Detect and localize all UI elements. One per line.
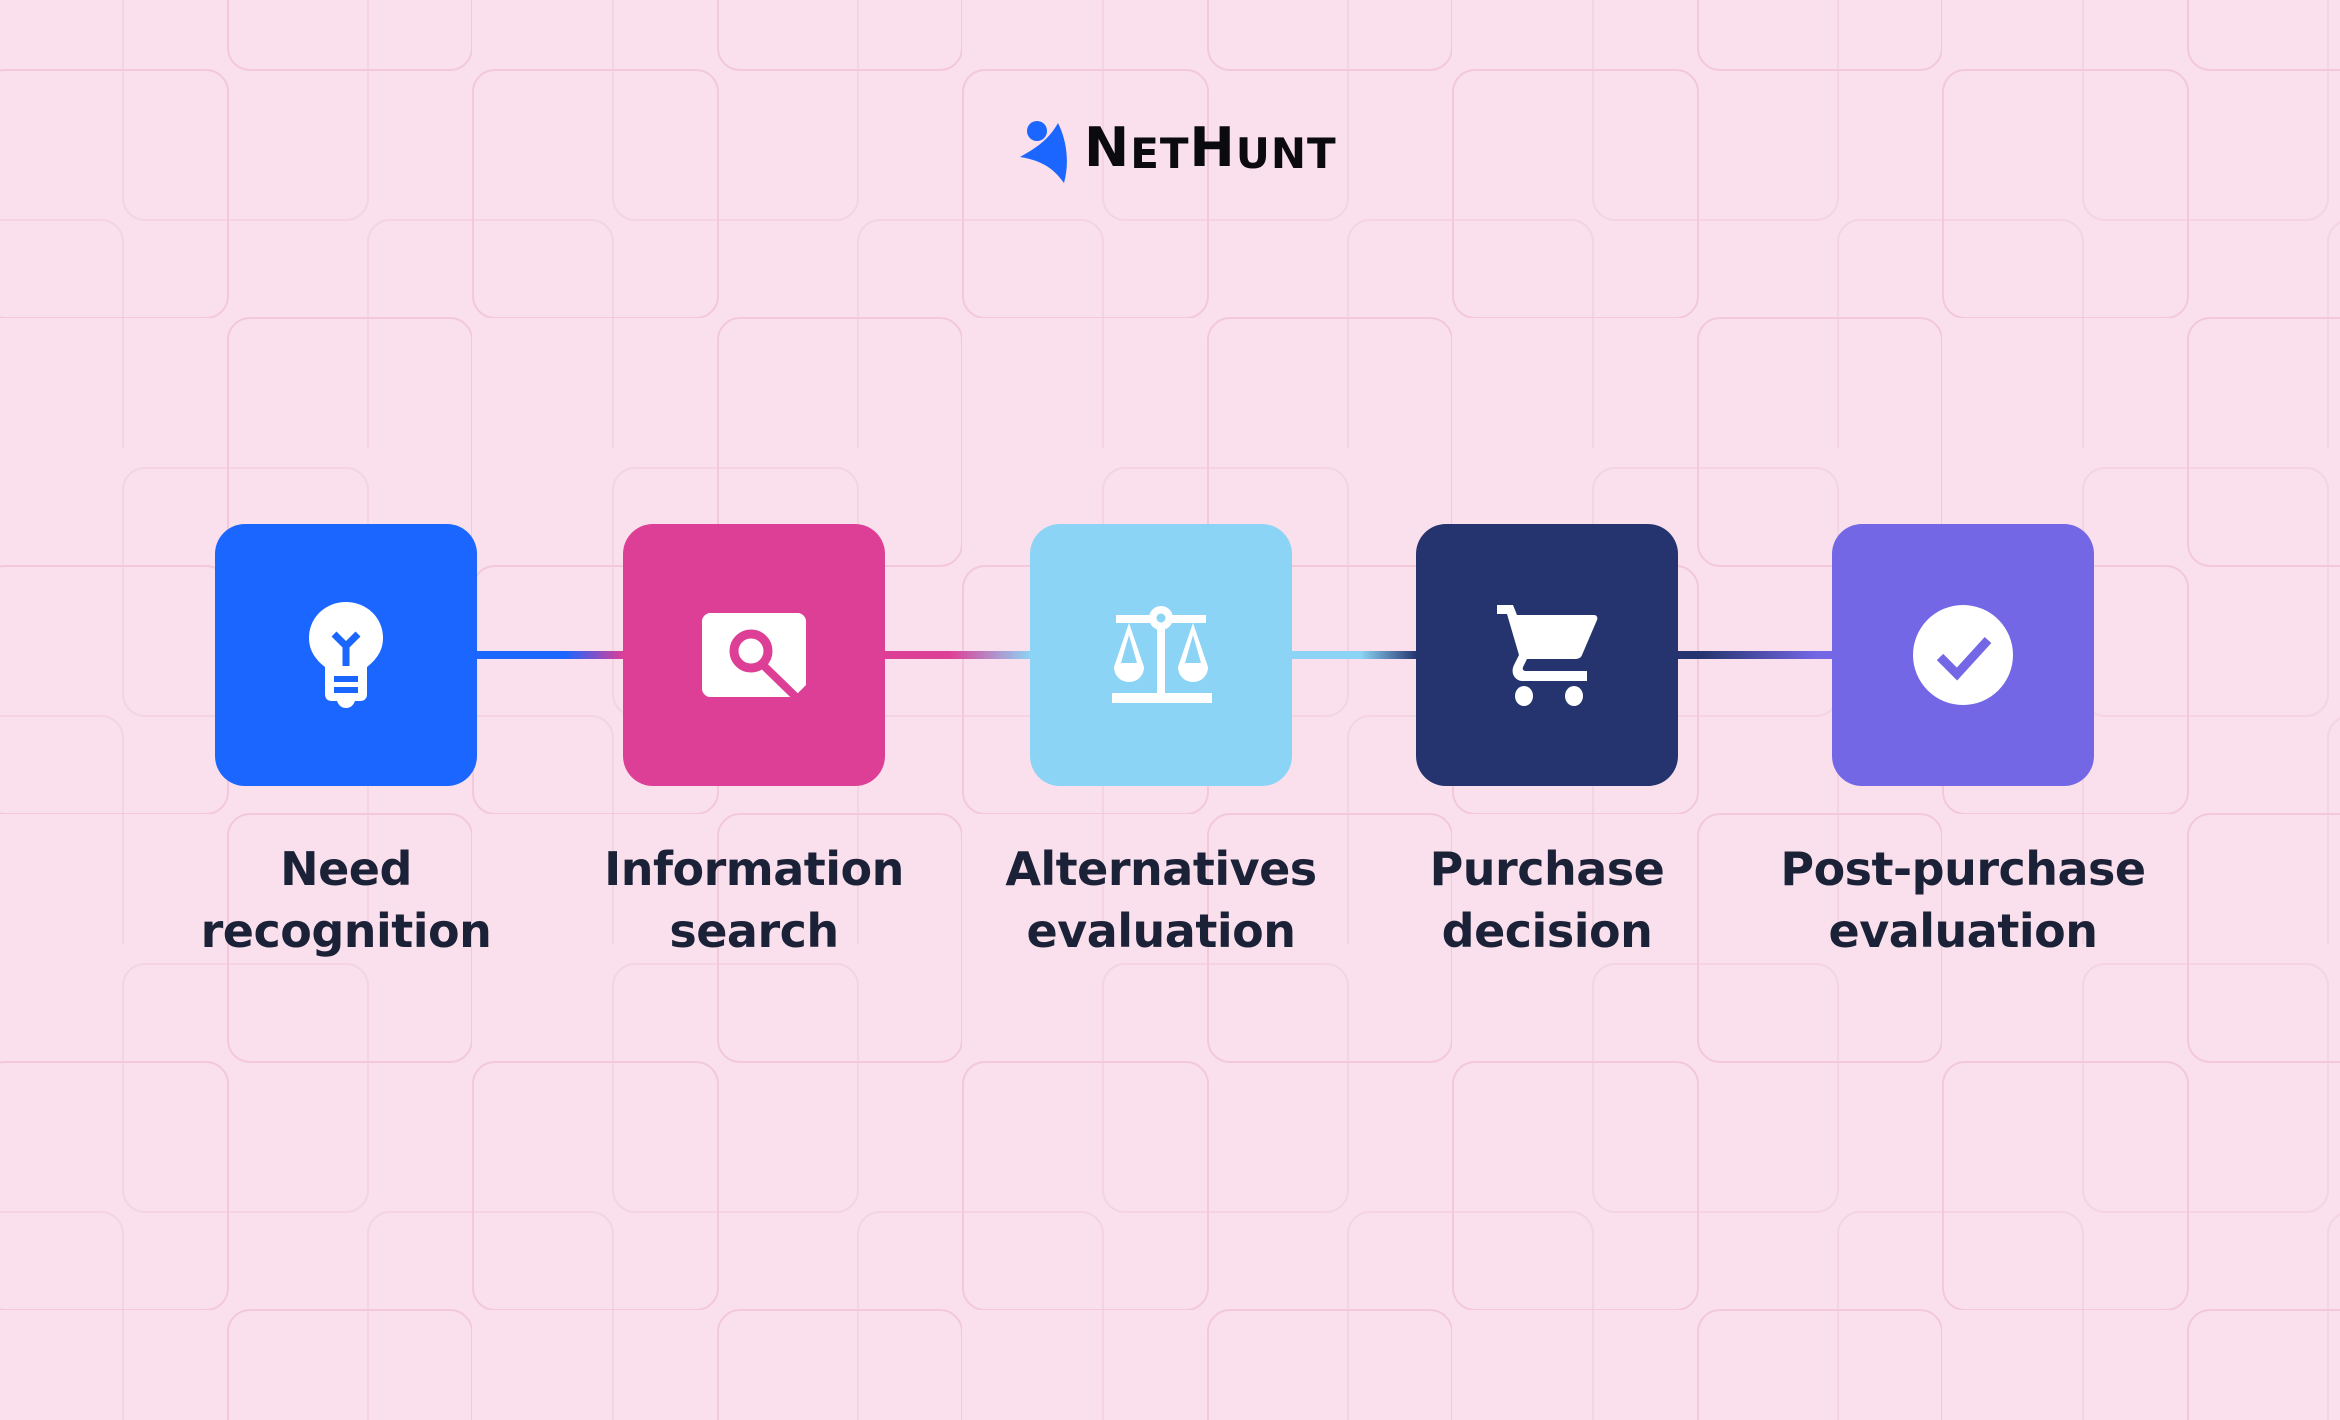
- step-label-line: Alternatives: [1005, 842, 1317, 896]
- step-post-purchase-evaluation: [1832, 524, 2094, 786]
- step-alternatives-evaluation: [1030, 524, 1292, 786]
- check-circle-icon: [1913, 605, 2013, 705]
- step-label-need-recognition: Need recognition: [136, 838, 556, 962]
- brand-name-part: ET: [1130, 129, 1190, 178]
- connector-2-3: [884, 651, 1031, 659]
- brand-logo: N ET H UNT: [1018, 116, 1337, 188]
- step-label-purchase-decision: Purchase decision: [1337, 838, 1757, 962]
- brand-name-part: N: [1084, 116, 1131, 179]
- lightbulb-icon: [309, 602, 383, 708]
- connector-4-5: [1677, 651, 1833, 659]
- nethunt-logo-icon: [1020, 121, 1067, 183]
- step-label-line: evaluation: [1026, 904, 1296, 958]
- step-need-recognition: [215, 524, 477, 786]
- step-purchase-decision: [1416, 524, 1678, 786]
- step-label-line: evaluation: [1828, 904, 2098, 958]
- step-label-line: Information: [604, 842, 904, 896]
- brand-name-part: H: [1189, 116, 1236, 179]
- search-icon: [702, 613, 806, 697]
- brand-name-part: UNT: [1235, 129, 1337, 178]
- step-label-line: Purchase: [1429, 842, 1665, 896]
- connector-1-2: [476, 651, 624, 659]
- step-information-search: [623, 524, 885, 786]
- connector-3-4: [1291, 651, 1417, 659]
- step-label-line: recognition: [200, 904, 492, 958]
- step-label-line: decision: [1441, 904, 1653, 958]
- step-label-line: search: [669, 904, 839, 958]
- step-label-alternatives-evaluation: Alternatives evaluation: [951, 838, 1371, 962]
- step-label-information-search: Information search: [544, 838, 964, 962]
- step-label-line: Post-purchase: [1780, 842, 2146, 896]
- cart-icon: [1497, 605, 1598, 706]
- scale-icon: [1112, 606, 1212, 703]
- brand-name: N ET H UNT: [1084, 121, 1337, 178]
- step-label-post-purchase-evaluation: Post-purchase evaluation: [1753, 838, 2173, 962]
- step-label-line: Need: [280, 842, 412, 896]
